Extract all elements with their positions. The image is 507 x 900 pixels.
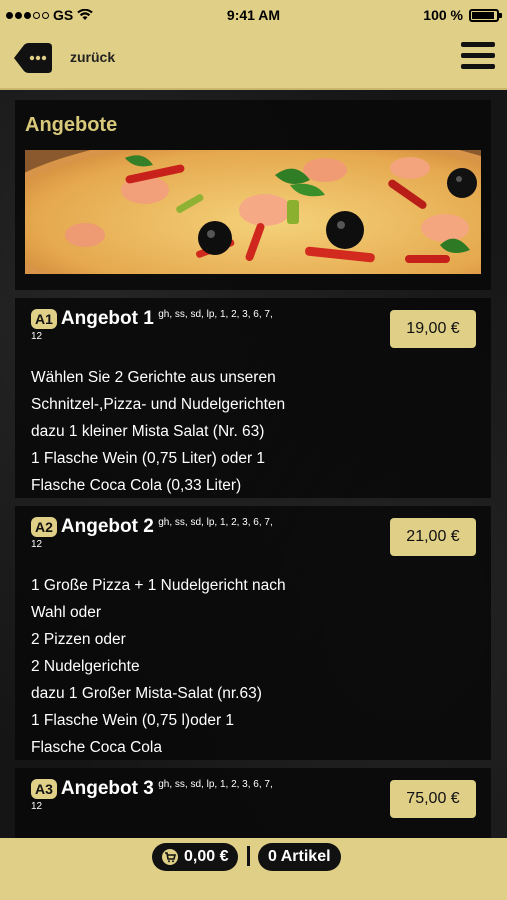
offer-description: Wählen Sie 2 Gerichte aus unseren Schnit…	[31, 364, 331, 499]
offer-description: 1 Große Pizza + 1 Nudelgericht nach Wahl…	[31, 572, 331, 761]
back-tag-icon	[14, 43, 52, 73]
menu-bar	[461, 42, 495, 47]
offer-description-line: Wählen Sie 2 Gerichte aus unseren	[31, 369, 276, 386]
offer-price-button[interactable]: 75,00 €	[390, 780, 476, 818]
page-title: Angebote	[25, 114, 118, 136]
offer-card-a3[interactable]: A3 Angebot 3 gh, ss, sd, lp, 1, 2, 3, 6, …	[15, 768, 491, 838]
offer-description-line: 1 Flasche Wein (0,75 l)oder 1	[31, 712, 235, 729]
offer-card-a2[interactable]: A2 Angebot 2 gh, ss, sd, lp, 1, 2, 3, 6, …	[15, 506, 491, 760]
offer-badge: A2	[31, 517, 57, 537]
scroll-content[interactable]: Angebote A1 Angebot 1 gh, ss, sd, lp, 1,…	[0, 90, 507, 838]
cart-item-count: 0 Artikel	[268, 848, 331, 865]
offer-badge: A3	[31, 779, 57, 799]
offer-description-line: Flasche Coca Cola	[31, 739, 162, 756]
cart-divider	[247, 846, 250, 866]
offer-allergens-cont: 12	[31, 539, 43, 550]
offer-name: Angebot 2	[60, 516, 154, 537]
offer-header: A1 Angebot 1 gh, ss, sd, lp, 1, 2, 3, 6, …	[31, 308, 371, 344]
offer-allergens: gh, ss, sd, lp, 1, 2, 3, 6, 7,	[158, 309, 273, 320]
offers-header-panel: Angebote	[15, 100, 491, 290]
offer-allergens-cont: 12	[31, 801, 43, 812]
back-label[interactable]: zurück	[70, 49, 115, 65]
offer-allergens: gh, ss, sd, lp, 1, 2, 3, 6, 7,	[158, 779, 273, 790]
pizza-illustration	[25, 150, 481, 274]
cart-bar: 0,00 € 0 Artikel	[0, 838, 507, 900]
offer-description-line: 2 Pizzen oder	[31, 631, 126, 648]
cart-icon	[162, 849, 178, 865]
offer-header: A2 Angebot 2 gh, ss, sd, lp, 1, 2, 3, 6, …	[31, 516, 371, 552]
offer-description-line: Flasche Coca Cola (0,33 Liter)	[31, 477, 242, 494]
offer-allergens-cont: 12	[31, 331, 43, 342]
offer-description-line: 1 Flasche Wein (0,75 Liter) oder 1	[31, 450, 266, 467]
navigation-bar: zurück	[0, 30, 507, 90]
offer-allergens: gh, ss, sd, lp, 1, 2, 3, 6, 7,	[158, 517, 273, 528]
offer-header: A3 Angebot 3 gh, ss, sd, lp, 1, 2, 3, 6, …	[31, 778, 371, 814]
offer-price-button[interactable]: 21,00 €	[390, 518, 476, 556]
battery-area: 100 %	[423, 7, 502, 23]
offer-description-line: 1 Große Pizza + 1 Nudelgericht nach	[31, 577, 286, 594]
battery-percent: 100 %	[423, 7, 463, 23]
offer-card-a1[interactable]: A1 Angebot 1 gh, ss, sd, lp, 1, 2, 3, 6, …	[15, 298, 491, 498]
offer-description-line: 2 Nudelgerichte	[31, 658, 140, 675]
status-bar: GS 9:41 AM 100 %	[0, 0, 507, 30]
pizza-hero-image	[25, 150, 481, 274]
offer-name: Angebot 1	[60, 308, 154, 329]
offer-description-line: dazu 1 Großer Mista-Salat (nr.63)	[31, 685, 262, 702]
offer-badge: A1	[31, 309, 57, 329]
cart-total: 0,00 €	[184, 848, 229, 865]
menu-bar	[461, 53, 495, 58]
hamburger-menu-button[interactable]	[461, 42, 495, 72]
cart-total-button[interactable]: 0,00 €	[152, 843, 239, 871]
offer-description-line: dazu 1 kleiner Mista Salat (Nr. 63)	[31, 423, 265, 440]
back-button[interactable]	[12, 41, 54, 75]
menu-bar	[461, 64, 495, 69]
cart-items-button[interactable]: 0 Artikel	[258, 843, 341, 871]
offer-price-button[interactable]: 19,00 €	[390, 310, 476, 348]
offer-name: Angebot 3	[60, 778, 154, 799]
offer-description-line: Schnitzel-,Pizza- und Nudelgerichten	[31, 396, 286, 413]
battery-icon	[469, 8, 502, 22]
offer-description-line: Wahl oder	[31, 604, 102, 621]
